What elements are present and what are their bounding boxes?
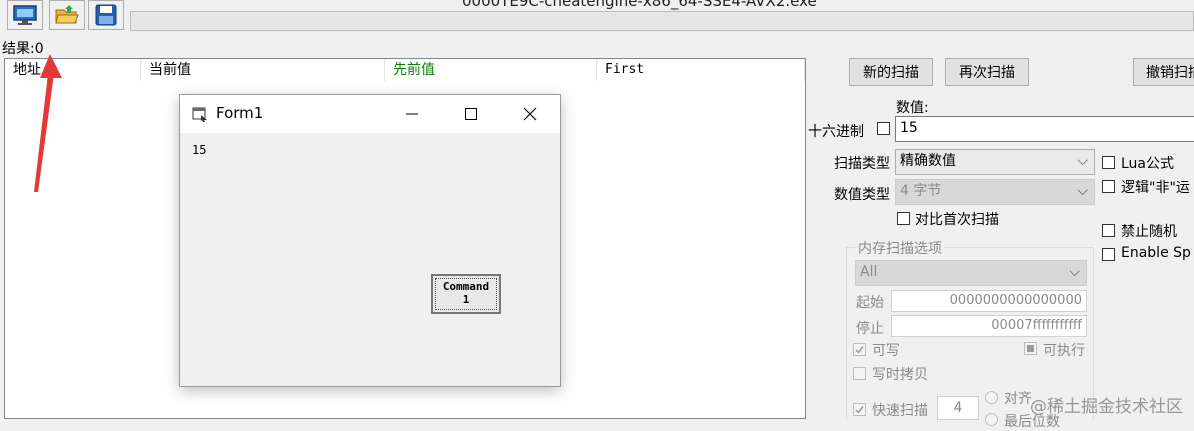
memory-scan-options-label: 内存扫描选项 [856,238,944,258]
start-label: 起始 [856,295,884,311]
next-scan-button[interactable]: 再次扫描 [945,58,1029,86]
minimize-icon[interactable] [405,107,419,121]
copy-on-write-label: 写时拷贝 [872,367,928,383]
new-scan-button[interactable]: 新的扫描 [849,58,933,86]
undo-scan-button[interactable]: 撤销扫描 [1133,58,1194,86]
watermark-text: @稀土掘金技术社区 [1030,397,1183,417]
lua-formula-label: Lua公式 [1121,156,1175,172]
indeterminate-icon [1027,345,1034,352]
scan-progress-bar [130,11,1194,31]
fast-scan-label: 快速扫描 [872,403,928,419]
enable-speedhack-label: Enable Sp [1121,245,1191,261]
stop-label: 停止 [856,321,884,337]
form1-window[interactable]: Form1 15 Command 1 [179,94,561,387]
window-title: 0000TE9C-cheatengine-x86_64-SSE4-AVX2.ex… [462,0,817,10]
toolbar-save-button[interactable] [88,0,124,30]
align-radio[interactable] [985,391,998,404]
align-label: 对齐 [1004,391,1032,407]
form-app-icon [192,107,207,122]
checkmark-icon [855,346,864,354]
form1-value-text: 15 [192,143,207,157]
computer-icon [13,5,37,25]
form1-titlebar[interactable]: Form1 [180,95,560,133]
command1-button[interactable]: Command 1 [431,274,501,314]
no-random-checkbox[interactable] [1102,224,1115,237]
column-header-current-value[interactable]: 当前值 [141,59,385,81]
hex-checkbox[interactable] [877,122,890,135]
chevron-down-icon: ⌵ [1069,264,1080,280]
fast-scan-value-input[interactable]: 4 [937,396,979,420]
maximize-icon[interactable] [464,107,478,121]
column-header-previous-value[interactable]: 先前值 [385,59,597,81]
value-type-select[interactable]: 4 字节 ⌵ [895,179,1095,205]
value-label: 数值: [896,100,929,116]
chevron-down-icon: ⌵ [1077,183,1088,199]
last-digit-radio[interactable] [985,413,998,426]
value-type-label: 数值类型 [834,187,890,203]
no-random-label: 禁止随机 [1121,224,1177,240]
compare-first-checkbox[interactable] [897,212,910,225]
scan-type-label: 扫描类型 [834,156,890,172]
form1-title: Form1 [216,104,264,122]
annotation-arrow [34,54,62,192]
column-header-first[interactable]: First [597,59,805,81]
open-folder-icon [55,5,79,24]
compare-first-label: 对比首次扫描 [915,212,999,228]
lua-formula-checkbox[interactable] [1102,156,1115,169]
enable-speedhack-checkbox[interactable] [1102,248,1115,261]
value-input[interactable]: 15 [895,116,1194,142]
toolbar-open-process-button[interactable] [7,0,43,30]
executable-label: 可执行 [1043,343,1085,359]
stop-address-input[interactable]: 00007fffffffffff [891,315,1087,337]
hex-label: 十六进制 [808,124,864,140]
chevron-down-icon: ⌵ [1077,153,1088,169]
logic-not-checkbox[interactable] [1102,180,1115,193]
logic-not-label: 逻辑"非"运 [1121,180,1190,196]
column-header-address[interactable]: 地址 [5,59,141,81]
start-address-input[interactable]: 0000000000000000 [891,290,1087,312]
scan-type-select[interactable]: 精确数值 ⌵ [895,149,1095,175]
writable-label: 可写 [872,343,900,359]
toolbar-open-file-button[interactable] [49,0,85,30]
close-icon[interactable] [523,107,537,121]
save-disk-icon [95,4,117,26]
copy-on-write-checkbox[interactable] [853,367,866,380]
checkmark-icon [855,406,864,414]
memory-region-select[interactable]: All ⌵ [855,260,1087,286]
